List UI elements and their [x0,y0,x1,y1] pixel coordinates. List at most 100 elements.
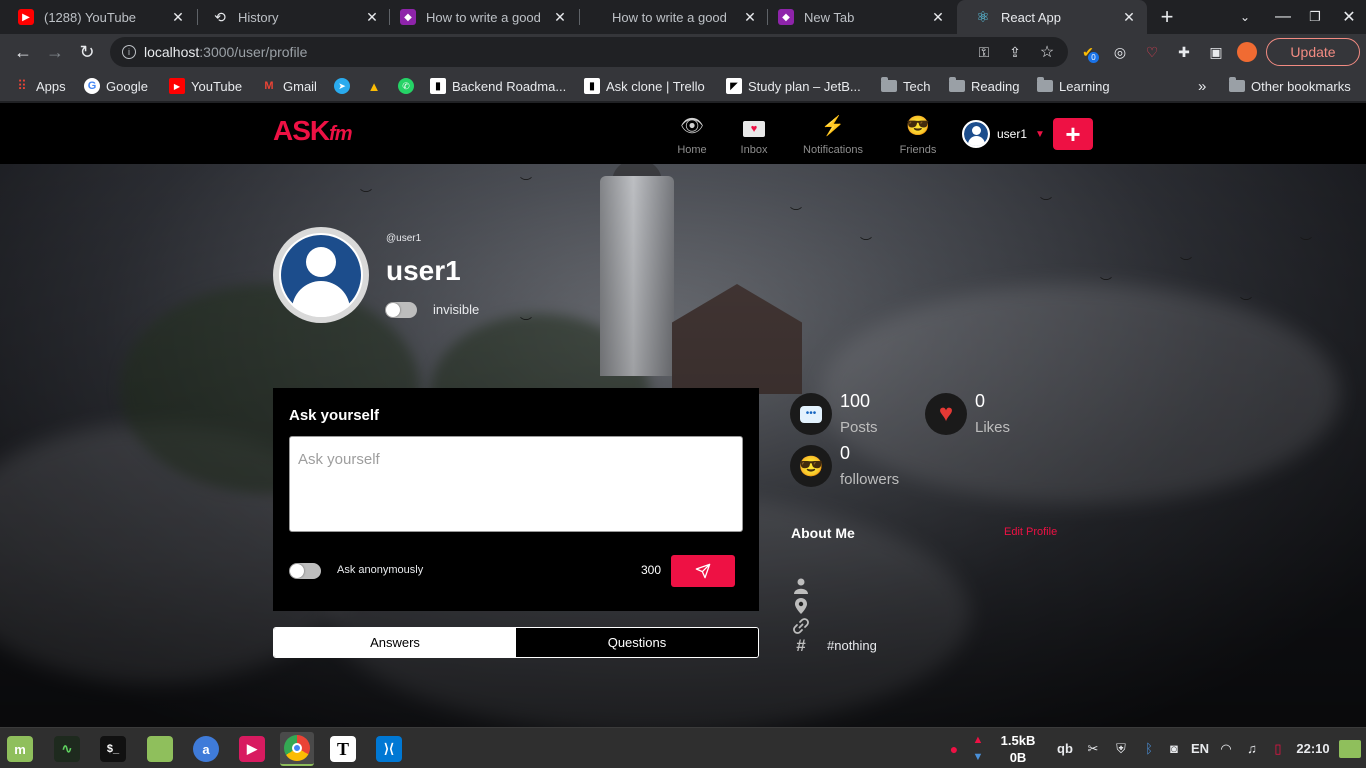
tools-icon[interactable]: ✂ [1082,728,1104,768]
bookmark-folder-learning[interactable]: Learning [1037,70,1110,102]
extension-todo-icon[interactable]: ✔ 0 [1076,40,1100,64]
qbittorrent-icon[interactable]: qb [1053,728,1077,768]
close-icon[interactable]: ✕ [930,9,946,26]
tab-search-icon[interactable]: ⌄ [1228,0,1262,34]
tab-title: React App [1001,9,1061,25]
nav-friends[interactable]: 😎 Friends [888,115,948,156]
bookmark-google[interactable]: G Google [84,70,148,102]
bookmark-study-plan[interactable]: ◤ Study plan – JetB... [726,70,861,102]
sound-icon[interactable]: ♫ [1241,728,1263,768]
followers-label: followers [840,471,900,488]
extension-glasses-icon[interactable]: ◎ [1108,40,1132,64]
bookmark-telegram[interactable]: ➤ [334,70,356,102]
forward-icon[interactable]: → [40,37,70,67]
browser-tab-how-to-write[interactable]: ◆ How to write a good ✕ [382,0,578,34]
shield-icon[interactable]: ⛨ [1110,728,1132,768]
tab-questions[interactable]: Questions [516,628,758,657]
bookmark-whatsapp[interactable]: ✆ [398,70,420,102]
bookmark-apps[interactable]: ⠿ Apps [14,70,65,102]
clock[interactable]: 22:10 [1292,728,1334,768]
app-a-icon[interactable]: a [189,732,223,766]
browser-tab-react-app[interactable]: ⚛ React App ✕ [957,0,1147,34]
bookmark-folder-tech[interactable]: Tech [881,70,930,102]
tab-title: (1288) YouTube [44,9,137,25]
posts-label: Posts [840,419,878,436]
nav-notifications[interactable]: ⚡ Notifications [803,115,863,156]
update-button[interactable]: Update [1266,38,1360,66]
back-icon[interactable]: ← [8,37,38,67]
invisible-toggle[interactable] [385,302,417,318]
pocket-icon[interactable]: ♡ [1140,40,1164,64]
terminal-icon[interactable]: $_ [96,732,130,766]
ask-anonymously-toggle[interactable] [289,563,321,579]
pin-icon[interactable]: ● [945,728,963,768]
show-desktop-icon[interactable] [1338,728,1362,768]
share-icon[interactable]: ⇪ [1003,37,1027,67]
app-icon: ◆ [778,9,794,25]
nav-home[interactable]: 👁 Home [662,115,722,156]
browser-tab-new-tab[interactable]: ◆ New Tab ✕ [760,0,956,34]
screenshot-icon[interactable]: ◙ [1163,728,1185,768]
keyboard-layout[interactable]: EN [1188,728,1212,768]
lang-label: EN [1190,741,1210,756]
bookmark-other-bookmarks[interactable]: Other bookmarks [1229,70,1351,102]
bookmarks-overflow-icon[interactable]: » [1198,70,1206,102]
mint-menu-icon[interactable]: m [3,732,37,766]
bookmark-youtube[interactable]: ▶ YouTube [169,70,242,102]
bookmark-label: Backend Roadma... [452,78,567,94]
files-icon[interactable] [143,732,177,766]
close-icon[interactable]: ✕ [170,9,186,26]
battery-icon[interactable]: ▯ [1267,728,1289,768]
close-icon[interactable]: ✕ [1121,9,1137,26]
add-question-button[interactable]: + [1053,118,1093,150]
net-down: 0B [1009,750,1027,765]
extensions-puzzle-icon[interactable]: ✚ [1172,40,1196,64]
askfm-logo[interactable]: ASKfm [273,115,353,147]
browser-tab-youtube[interactable]: ▶ (1288) YouTube ✕ [0,0,196,34]
bookmark-drive[interactable]: ▲ [366,70,388,102]
key-icon[interactable]: ⚿ [972,37,996,67]
close-icon[interactable]: ✕ [742,9,758,26]
wifi-icon[interactable]: ◠ [1215,728,1237,768]
system-monitor-icon[interactable]: ∿ [50,732,84,766]
side-panel-icon[interactable]: ▣ [1204,40,1228,64]
tab-title: History [238,9,279,25]
browser-tab-how-to-write-2[interactable]: How to write a good ✕ [578,0,768,34]
profile-avatar[interactable] [273,227,369,323]
window-close-icon[interactable]: ✕ [1332,0,1366,34]
bookmark-backend-roadmap[interactable]: ▮ Backend Roadma... [430,70,566,102]
nav-label: Friends [899,144,937,156]
logo-main: ASK [273,115,330,146]
chrome-icon[interactable] [280,732,314,766]
bookmark-gmail[interactable]: M Gmail [261,70,317,102]
new-tab-button[interactable]: + [1150,0,1184,34]
vscode-icon[interactable]: ⟩⟨ [372,732,406,766]
tab-answers[interactable]: Answers [274,628,516,657]
link-icon [792,617,810,635]
close-icon[interactable]: ✕ [364,9,380,26]
maximize-icon[interactable]: ❐ [1298,0,1332,34]
profile-avatar-icon[interactable] [1235,40,1259,64]
avatar [962,120,990,148]
browser-tab-history[interactable]: ⟲ History ✕ [194,0,390,34]
user-menu[interactable]: user1 ▼ [962,120,1045,148]
edit-profile-link[interactable]: Edit Profile [1004,526,1057,538]
ask-question-input[interactable] [289,436,743,532]
media-player-icon[interactable]: ▶ [235,732,269,766]
bookmark-folder-reading[interactable]: Reading [949,70,1019,102]
bookmark-star-icon[interactable]: ☆ [1035,37,1059,67]
address-bar[interactable]: i localhost:3000/user/profile ⚿ ⇪ ☆ [110,37,1068,67]
typora-icon[interactable]: T [326,732,360,766]
reload-icon[interactable]: ↻ [72,37,102,67]
nav-label: Home [677,144,707,156]
minimize-icon[interactable]: — [1266,0,1300,34]
invisible-label: invisible [433,302,480,317]
close-icon[interactable]: ✕ [552,9,568,26]
bookmark-label: Tech [903,78,931,94]
bookmark-label: Gmail [283,78,317,94]
bluetooth-icon[interactable]: ᛒ [1138,728,1160,768]
nav-inbox[interactable]: ♥ Inbox [724,115,784,156]
bookmark-trello[interactable]: ▮ Ask clone | Trello [584,70,705,102]
send-question-button[interactable] [671,555,735,587]
info-icon[interactable]: i [122,45,136,59]
